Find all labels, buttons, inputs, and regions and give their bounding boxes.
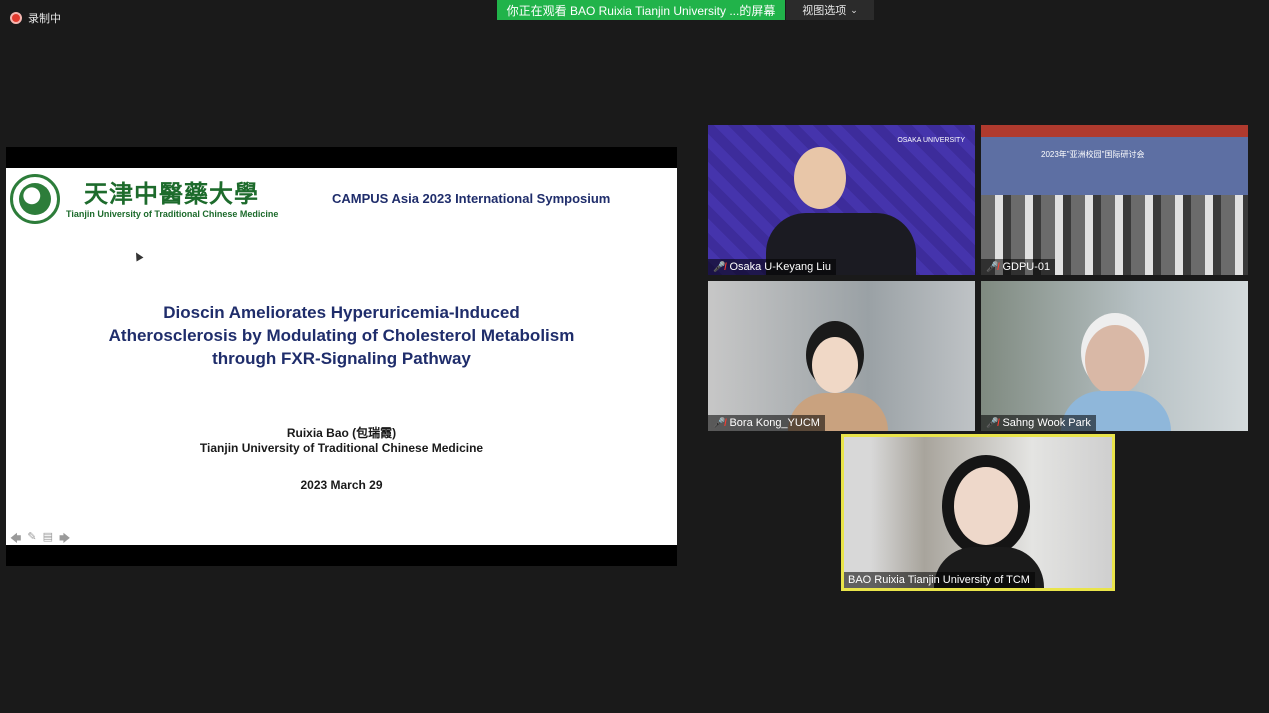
record-icon xyxy=(10,12,22,24)
video-tile[interactable]: OSAKA UNIVERSITY 🎤̸ Osaka U-Keyang Liu xyxy=(708,125,975,275)
osaka-university-logo: OSAKA UNIVERSITY xyxy=(897,137,965,144)
presentation-date: 2023 March 29 xyxy=(300,478,383,492)
participant-name-label: 🎤̸ Bora Kong_YUCM xyxy=(708,415,825,431)
video-tile[interactable]: 🎤̸ Bora Kong_YUCM xyxy=(708,281,975,431)
title-line-1: Dioscin Ameliorates Hyperuricemia-Induce… xyxy=(163,303,520,322)
author-block: Ruixia Bao (包瑞霞) Tianjin University of T… xyxy=(6,426,677,456)
view-options-label: 视图选项 xyxy=(802,5,847,17)
arrow-left-icon[interactable]: 🡄 xyxy=(10,530,21,549)
mouse-cursor-icon xyxy=(132,250,144,262)
recording-label: 录制中 xyxy=(28,13,61,25)
mic-off-icon: 🎤̸ xyxy=(986,417,999,429)
participant-name-label: BAO Ruixia Tianjin University of TCM xyxy=(844,572,1035,588)
presentation-slide: 天津中醫藥大學 Tianjin University of Traditiona… xyxy=(6,168,677,545)
author-affiliation: Tianjin University of Traditional Chines… xyxy=(199,441,484,455)
participant-name-label: 🎤̸ GDPU-01 xyxy=(981,259,1056,275)
menu-icon[interactable]: ▤ xyxy=(43,530,53,549)
participant-video xyxy=(1085,325,1145,395)
title-line-3: through FXR-Signaling Pathway xyxy=(212,349,471,368)
recording-indicator[interactable]: 录制中 xyxy=(10,10,61,26)
arrow-right-icon[interactable]: 🡆 xyxy=(59,530,70,549)
author-name: Ruixia Bao (包瑞霞) xyxy=(286,426,397,440)
university-name-en: Tianjin University of Traditional Chines… xyxy=(66,209,279,219)
video-tile[interactable]: 2023年"亚洲校园"国际研讨会 🎤̸ GDPU-01 xyxy=(981,125,1248,275)
screen-share-banner: 你正在观看 BAO Ruixia Tianjin University ...的… xyxy=(497,0,785,20)
mic-off-icon: 🎤̸ xyxy=(713,261,726,273)
view-options-button[interactable]: 视图选项 ⌄ xyxy=(786,0,874,20)
title-line-2: Atherosclerosis by Modulating of Cholest… xyxy=(108,326,575,345)
chevron-down-icon: ⌄ xyxy=(850,4,858,15)
slide-toolbar: 🡄 ✎ ▤ 🡆 xyxy=(10,530,70,549)
participant-video xyxy=(794,147,846,209)
conference-banner: 2023年"亚洲校园"国际研讨会 xyxy=(1041,150,1145,159)
pen-icon[interactable]: ✎ xyxy=(27,530,36,549)
participant-video xyxy=(954,467,1018,545)
participant-name-label: 🎤̸ Osaka U-Keyang Liu xyxy=(708,259,836,275)
active-speaker-tile[interactable]: BAO Ruixia Tianjin University of TCM xyxy=(841,434,1115,591)
slide-title: Dioscin Ameliorates Hyperuricemia-Induce… xyxy=(26,301,657,370)
shared-screen: 天津中醫藥大學 Tianjin University of Traditiona… xyxy=(6,147,677,566)
symposium-title: CAMPUS Asia 2023 International Symposium xyxy=(332,191,611,206)
participant-name-label: 🎤̸ Sahng Wook Park xyxy=(981,415,1096,431)
university-name-cn: 天津中醫藥大學 xyxy=(84,179,259,208)
mic-off-icon: 🎤̸ xyxy=(713,417,726,429)
university-logo xyxy=(10,174,60,224)
video-tile[interactable]: 🎤̸ Sahng Wook Park xyxy=(981,281,1248,431)
mic-off-icon: 🎤̸ xyxy=(986,261,999,273)
participant-video xyxy=(812,337,858,393)
